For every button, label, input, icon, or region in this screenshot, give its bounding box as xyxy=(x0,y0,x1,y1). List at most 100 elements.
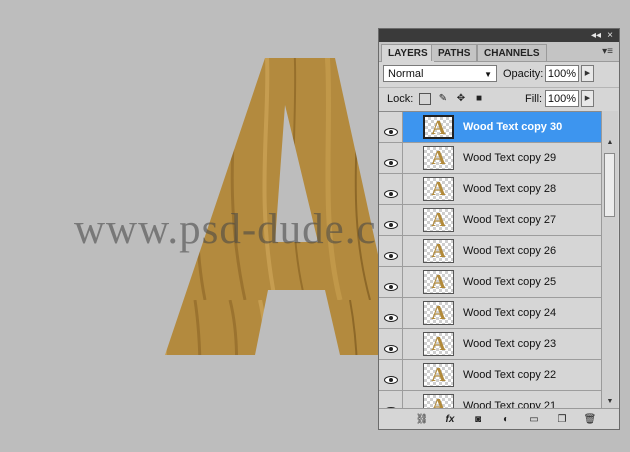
thumbnail-letter: A xyxy=(431,178,446,200)
layer-link-column xyxy=(403,174,421,204)
layer-thumbnail: A xyxy=(423,394,454,409)
thumbnail-letter: A xyxy=(431,333,446,355)
layer-row[interactable]: A Wood Text copy 21 xyxy=(379,391,601,409)
layer-name[interactable]: Wood Text copy 30 xyxy=(463,112,562,142)
layer-link-column xyxy=(403,205,421,235)
thumbnail-letter: A xyxy=(431,302,446,324)
layers-list: A Wood Text copy 30 A Wood Text copy 29 A Woo… xyxy=(379,111,601,409)
layer-name[interactable]: Wood Text copy 24 xyxy=(463,298,556,328)
layer-row[interactable]: A Wood Text copy 22 xyxy=(379,360,601,391)
panel-footer: ⛓ fx ◙ ◐ ▭ ❐ 🗑 xyxy=(379,408,619,429)
layer-name[interactable]: Wood Text copy 27 xyxy=(463,205,556,235)
layer-row[interactable]: A Wood Text copy 24 xyxy=(379,298,601,329)
layer-link-column xyxy=(403,267,421,297)
scroll-thumb[interactable] xyxy=(604,153,615,217)
mask-icon[interactable]: ◙ xyxy=(471,413,485,427)
visibility-toggle[interactable] xyxy=(379,298,403,328)
eye-icon xyxy=(384,340,398,353)
visibility-toggle[interactable] xyxy=(379,236,403,266)
layer-row[interactable]: A Wood Text copy 29 xyxy=(379,143,601,174)
panel-menu-icon[interactable]: ▾≡ xyxy=(602,46,613,57)
eye-icon xyxy=(384,154,398,167)
thumbnail-letter: A xyxy=(431,209,446,231)
layer-row[interactable]: A Wood Text copy 25 xyxy=(379,267,601,298)
trash-icon[interactable]: 🗑 xyxy=(583,413,597,427)
close-icon[interactable]: × xyxy=(603,29,617,42)
layer-link-column xyxy=(403,143,421,173)
layer-row[interactable]: A Wood Text copy 23 xyxy=(379,329,601,360)
visibility-toggle[interactable] xyxy=(379,143,403,173)
layer-link-column xyxy=(403,391,421,409)
visibility-toggle[interactable] xyxy=(379,360,403,390)
layer-thumbnail: A xyxy=(423,301,454,325)
layer-row[interactable]: A Wood Text copy 27 xyxy=(379,205,601,236)
lock-transparent-icon[interactable] xyxy=(419,93,431,105)
lock-all-icon[interactable]: ■ xyxy=(473,93,485,105)
adjustment-icon[interactable]: ◐ xyxy=(499,413,513,427)
layer-row[interactable]: A Wood Text copy 30 xyxy=(379,112,601,143)
blend-mode-value: Normal xyxy=(388,68,424,80)
layer-row[interactable]: A Wood Text copy 28 xyxy=(379,174,601,205)
fill-slider-button[interactable]: ▶ xyxy=(581,90,594,107)
thumbnail-letter: A xyxy=(431,271,446,293)
tab-paths[interactable]: PATHS xyxy=(431,44,478,61)
layer-thumbnail: A xyxy=(423,363,454,387)
eye-icon xyxy=(384,371,398,384)
layer-name[interactable]: Wood Text copy 23 xyxy=(463,329,556,359)
layer-name[interactable]: Wood Text copy 26 xyxy=(463,236,556,266)
layers-scrollbar[interactable]: ▲ ▼ xyxy=(601,111,618,408)
layer-row[interactable]: A Wood Text copy 26 xyxy=(379,236,601,267)
visibility-toggle[interactable] xyxy=(379,329,403,359)
visibility-toggle[interactable] xyxy=(379,391,403,409)
new-layer-icon[interactable]: ❐ xyxy=(555,413,569,427)
thumbnail-letter: A xyxy=(431,240,446,262)
group-folder-icon[interactable]: ▭ xyxy=(527,413,541,427)
visibility-toggle[interactable] xyxy=(379,112,403,142)
layer-name[interactable]: Wood Text copy 28 xyxy=(463,174,556,204)
link-icon[interactable]: ⛓ xyxy=(415,413,429,427)
thumbnail-letter: A xyxy=(431,117,446,139)
panel-titlebar[interactable]: ◂◂ × xyxy=(379,29,619,42)
thumbnail-letter: A xyxy=(431,147,446,169)
opacity-slider-button[interactable]: ▶ xyxy=(581,65,594,82)
layer-link-column xyxy=(403,112,421,142)
eye-icon xyxy=(384,123,398,136)
fx-icon[interactable]: fx xyxy=(443,413,457,427)
visibility-toggle[interactable] xyxy=(379,267,403,297)
panel-tabs: LAYERS PATHS CHANNELS ▾≡ xyxy=(379,42,619,62)
layer-thumbnail: A xyxy=(423,270,454,294)
layer-thumbnail: A xyxy=(423,208,454,232)
layer-link-column xyxy=(403,360,421,390)
layer-thumbnail: A xyxy=(423,115,454,139)
scroll-down-icon[interactable]: ▼ xyxy=(602,396,618,408)
tab-channels[interactable]: CHANNELS xyxy=(477,44,547,61)
layer-name[interactable]: Wood Text copy 22 xyxy=(463,360,556,390)
layer-name[interactable]: Wood Text copy 21 xyxy=(463,391,556,409)
layer-name[interactable]: Wood Text copy 25 xyxy=(463,267,556,297)
lock-brush-icon[interactable]: ✎ xyxy=(437,93,449,105)
opacity-label: Opacity: xyxy=(503,68,544,80)
layers-panel: ◂◂ × LAYERS PATHS CHANNELS ▾≡ Normal ▼ O… xyxy=(378,28,620,430)
layer-link-column xyxy=(403,236,421,266)
layer-thumbnail: A xyxy=(423,239,454,263)
eye-icon xyxy=(384,216,398,229)
opacity-field[interactable]: 100% xyxy=(545,65,579,82)
lock-label: Lock: xyxy=(387,93,414,105)
layer-thumbnail: A xyxy=(423,177,454,201)
double-arrow-icon[interactable]: ◂◂ xyxy=(589,29,603,42)
visibility-toggle[interactable] xyxy=(379,174,403,204)
fill-label: Fill: xyxy=(525,93,543,105)
thumbnail-letter: A xyxy=(431,364,446,386)
eye-icon xyxy=(384,247,398,260)
visibility-toggle[interactable] xyxy=(379,205,403,235)
layer-thumbnail: A xyxy=(423,146,454,170)
fill-field[interactable]: 100% xyxy=(545,90,579,107)
lock-move-icon[interactable]: ✥ xyxy=(455,93,467,105)
chevron-down-icon: ▼ xyxy=(484,70,492,79)
scroll-up-icon[interactable]: ▲ xyxy=(602,137,618,149)
eye-icon xyxy=(384,278,398,291)
layer-name[interactable]: Wood Text copy 29 xyxy=(463,143,556,173)
tab-layers[interactable]: LAYERS xyxy=(381,44,435,62)
blend-mode-select[interactable]: Normal ▼ xyxy=(383,65,497,82)
eye-icon xyxy=(384,185,398,198)
